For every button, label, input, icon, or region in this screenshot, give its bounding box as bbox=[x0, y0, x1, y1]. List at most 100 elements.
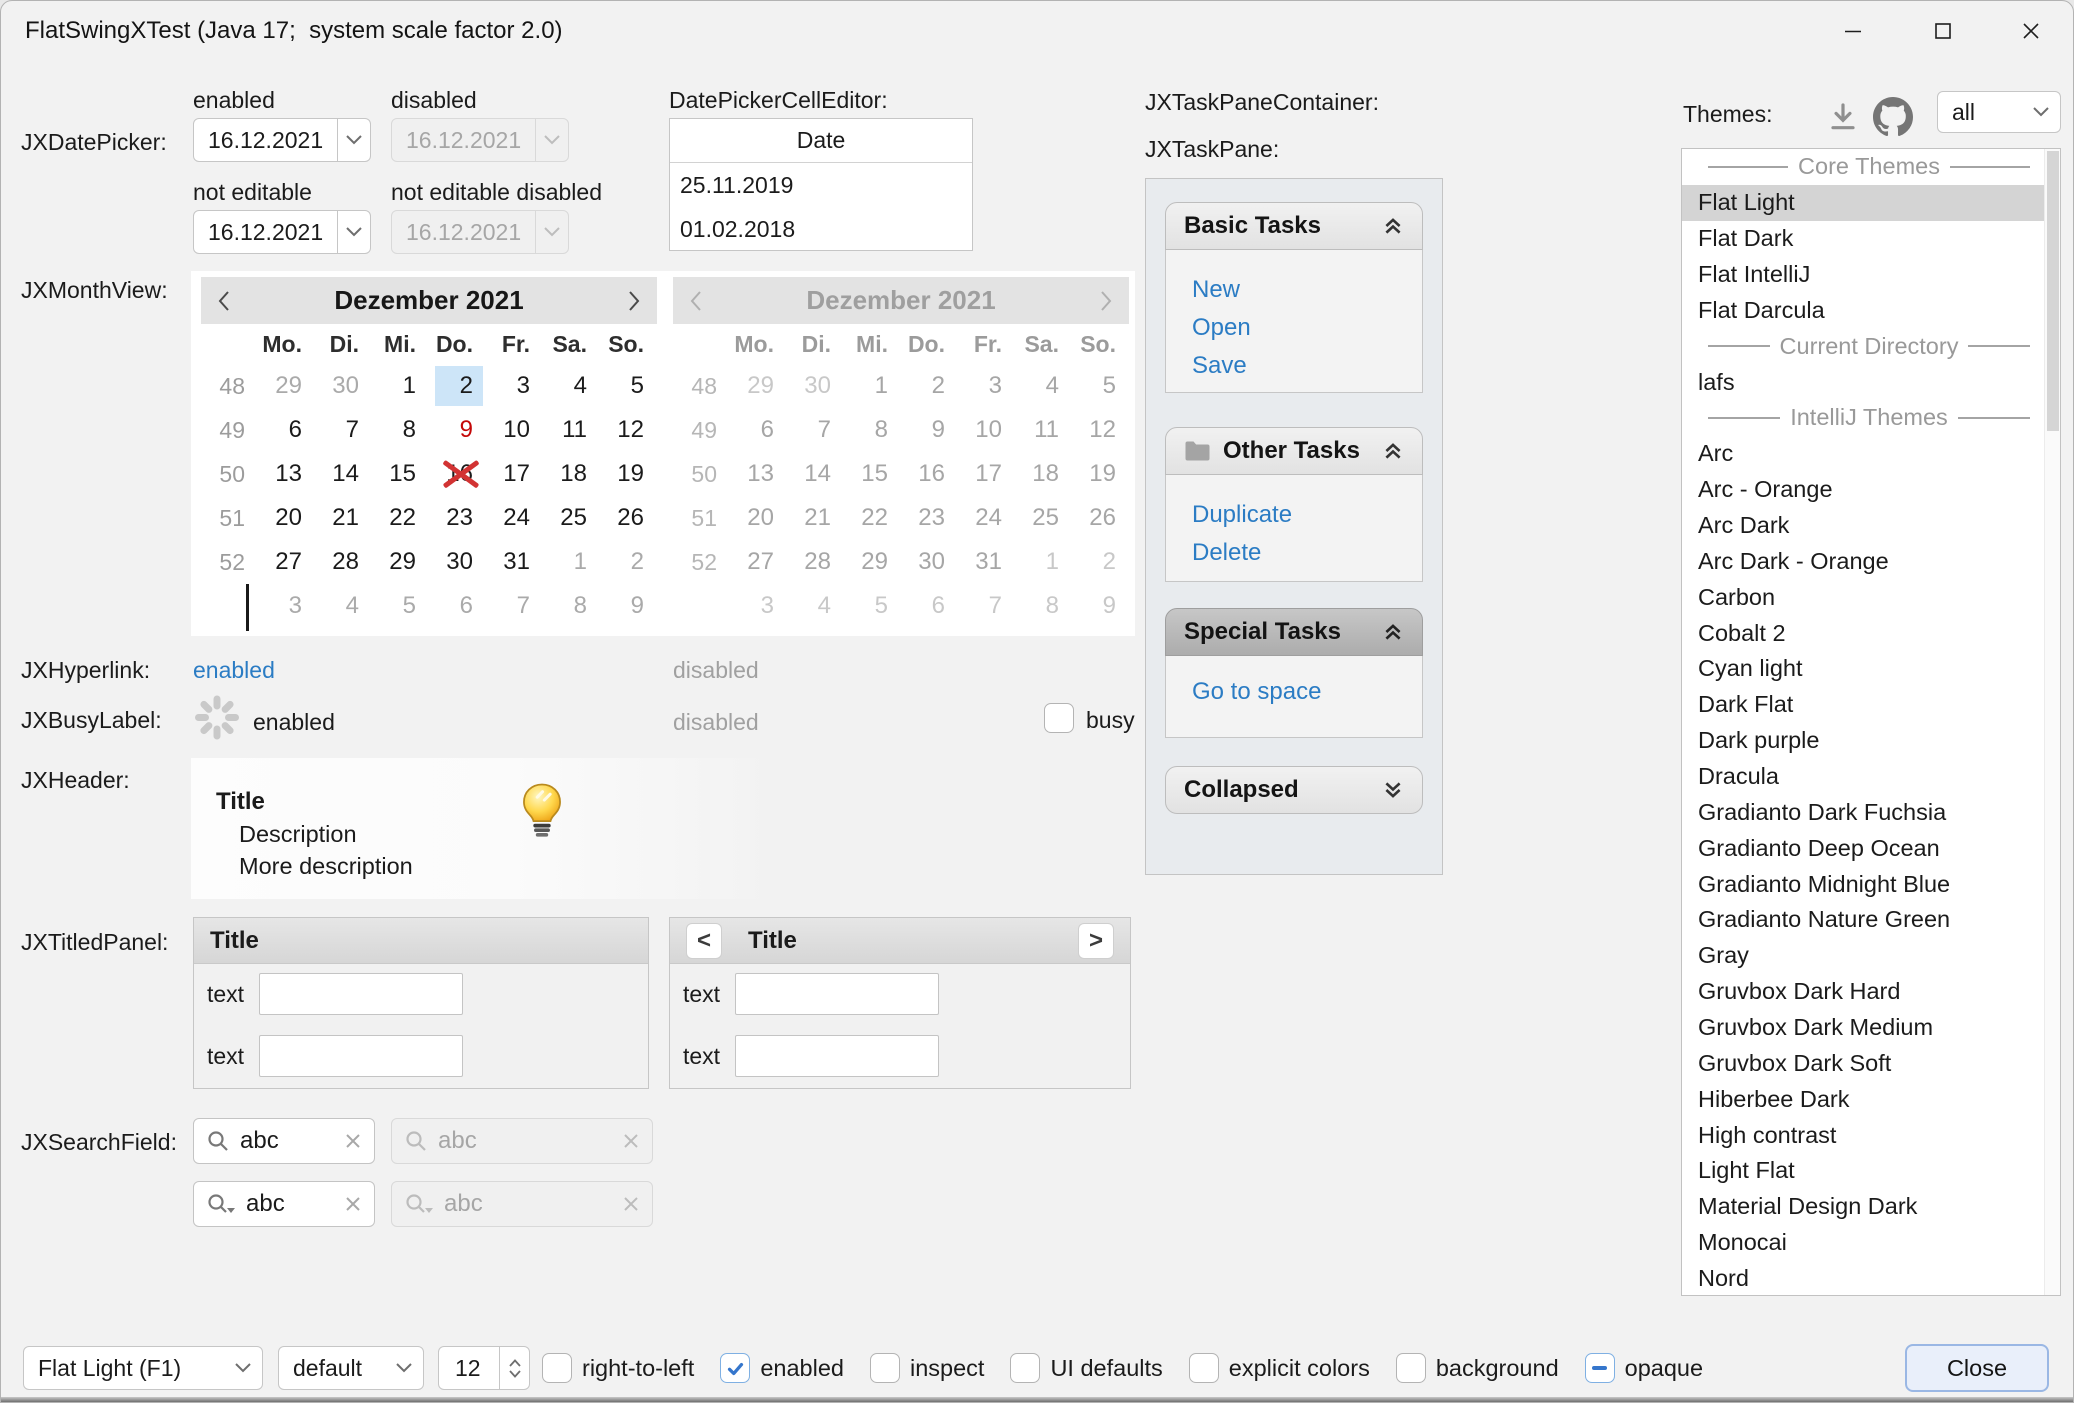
themes-list[interactable]: Core ThemesFlat LightFlat DarkFlat Intel… bbox=[1681, 148, 2061, 1296]
theme-list-item[interactable]: Gradianto Midnight Blue bbox=[1682, 866, 2044, 902]
task-link[interactable]: Go to space bbox=[1192, 678, 1321, 705]
text-input[interactable] bbox=[735, 973, 939, 1015]
task-link[interactable]: Delete bbox=[1192, 539, 1261, 566]
theme-list-item[interactable]: Gradianto Dark Fuchsia bbox=[1682, 794, 2044, 830]
theme-list-item[interactable]: Gruvbox Dark Hard bbox=[1682, 974, 2044, 1010]
checkbox-box[interactable] bbox=[720, 1353, 750, 1383]
calendar-day-cell[interactable]: 1 bbox=[543, 540, 600, 584]
task-link[interactable]: Duplicate bbox=[1192, 501, 1292, 528]
lookandfeel-combobox[interactable]: Flat Light (F1) bbox=[23, 1346, 263, 1390]
busy-checkbox-label[interactable]: busy bbox=[1086, 707, 1135, 734]
theme-list-item[interactable]: Gradianto Deep Ocean bbox=[1682, 830, 2044, 866]
clear-icon[interactable] bbox=[344, 1132, 362, 1150]
calendar-day-cell[interactable]: 13 bbox=[258, 452, 315, 496]
calendar-day-cell[interactable]: 26 bbox=[600, 496, 657, 540]
next-month-icon[interactable] bbox=[627, 290, 641, 312]
calendar-day-cell[interactable]: 9 bbox=[600, 584, 657, 628]
scrollbar-thumb[interactable] bbox=[2047, 151, 2059, 431]
calendar-day-cell[interactable]: 23 bbox=[429, 496, 486, 540]
calendar-day-cell[interactable]: 5 bbox=[600, 364, 657, 408]
calendar-day-cell[interactable]: 7 bbox=[315, 408, 372, 452]
title-bar[interactable]: FlatSwingXTest (Java 17; system scale fa… bbox=[1, 1, 2073, 61]
calendar-day-cell[interactable]: 29 bbox=[372, 540, 429, 584]
calendar-day-cell[interactable]: 3 bbox=[258, 584, 315, 628]
checkbox-box[interactable] bbox=[870, 1353, 900, 1383]
theme-list-item[interactable]: Flat Darcula bbox=[1682, 292, 2044, 328]
theme-list-item[interactable]: lafs bbox=[1682, 364, 2044, 400]
theme-list-item[interactable]: Monocai bbox=[1682, 1225, 2044, 1261]
calendar-day-cell[interactable]: 9 bbox=[429, 408, 486, 452]
search-field-enabled[interactable]: abc bbox=[193, 1118, 375, 1164]
taskpane-special-header[interactable]: Special Tasks bbox=[1165, 608, 1423, 656]
calendar-day-cell[interactable]: 8 bbox=[543, 584, 600, 628]
theme-list-item[interactable]: Cobalt 2 bbox=[1682, 615, 2044, 651]
scrollbar[interactable] bbox=[2044, 149, 2060, 1295]
task-link[interactable]: Save bbox=[1192, 352, 1247, 379]
checkbox-ui-defaults[interactable]: UI defaults bbox=[1010, 1353, 1162, 1383]
theme-list-item[interactable]: Dark purple bbox=[1682, 723, 2044, 759]
font-size-spinner[interactable]: 12 bbox=[438, 1346, 530, 1390]
taskpane-other-header[interactable]: Other Tasks bbox=[1165, 427, 1423, 475]
calendar-day-cell[interactable]: 2 bbox=[600, 540, 657, 584]
close-button[interactable]: Close bbox=[1905, 1344, 2049, 1392]
theme-list-item[interactable]: Hiberbee Dark bbox=[1682, 1081, 2044, 1117]
calendar-day-cell[interactable]: 24 bbox=[486, 496, 543, 540]
theme-list-item[interactable]: Gruvbox Dark Medium bbox=[1682, 1010, 2044, 1046]
theme-list-item[interactable]: Arc bbox=[1682, 436, 2044, 472]
calendar-day-cell[interactable]: 28 bbox=[315, 540, 372, 584]
text-input[interactable] bbox=[259, 1035, 463, 1077]
calendar-day-cell[interactable]: 20 bbox=[258, 496, 315, 540]
calendar-day-cell[interactable]: 4 bbox=[543, 364, 600, 408]
calendar-day-cell[interactable]: 1 bbox=[372, 364, 429, 408]
maximize-button[interactable] bbox=[1907, 7, 1979, 55]
text-input[interactable] bbox=[735, 1035, 939, 1077]
checkbox-box[interactable] bbox=[1189, 1353, 1219, 1383]
download-icon[interactable] bbox=[1823, 97, 1863, 137]
chevron-down-icon[interactable] bbox=[337, 119, 370, 161]
busy-checkbox[interactable] bbox=[1044, 703, 1074, 733]
titled-panel-next-button[interactable]: > bbox=[1078, 923, 1114, 959]
task-link[interactable]: New bbox=[1192, 276, 1240, 303]
minimize-button[interactable] bbox=[1817, 7, 1889, 55]
monthview-calendar-enabled[interactable]: Dezember 2021 Mo.Di.Mi.Do.Fr.Sa.So.48293… bbox=[201, 277, 657, 628]
calendar-day-cell[interactable]: 15 bbox=[372, 452, 429, 496]
chevron-down-icon[interactable] bbox=[337, 211, 370, 253]
theme-list-item[interactable]: Flat Dark bbox=[1682, 221, 2044, 257]
checkbox-right-to-left[interactable]: right-to-left bbox=[542, 1353, 694, 1383]
calendar-day-cell[interactable]: 6 bbox=[429, 584, 486, 628]
collapse-icon[interactable] bbox=[1382, 621, 1404, 643]
style-combobox[interactable]: default bbox=[278, 1346, 424, 1390]
theme-list-item[interactable]: Gruvbox Dark Soft bbox=[1682, 1045, 2044, 1081]
checkbox-enabled[interactable]: enabled bbox=[720, 1353, 844, 1383]
theme-list-item[interactable]: Arc Dark - Orange bbox=[1682, 543, 2044, 579]
titled-panel-prev-button[interactable]: < bbox=[686, 923, 722, 959]
checkbox-box[interactable] bbox=[1010, 1353, 1040, 1383]
search-dropdown-icon[interactable] bbox=[206, 1192, 236, 1216]
calendar-day-cell[interactable]: 27 bbox=[258, 540, 315, 584]
calendar-day-cell[interactable]: 17 bbox=[486, 452, 543, 496]
expand-icon[interactable] bbox=[1382, 779, 1404, 801]
calendar-day-cell[interactable]: 7 bbox=[486, 584, 543, 628]
datepicker-enabled[interactable]: 16.12.2021 bbox=[193, 118, 371, 162]
calendar-day-cell[interactable]: 5 bbox=[372, 584, 429, 628]
search-field-dropdown-enabled[interactable]: abc bbox=[193, 1181, 375, 1227]
calendar-day-cell[interactable]: 16 bbox=[429, 452, 486, 496]
theme-list-item[interactable]: Flat IntelliJ bbox=[1682, 257, 2044, 293]
checkbox-box[interactable] bbox=[1585, 1353, 1615, 1383]
checkbox-opaque[interactable]: opaque bbox=[1585, 1353, 1703, 1383]
checkbox-background[interactable]: background bbox=[1396, 1353, 1559, 1383]
calendar-day-cell[interactable]: 22 bbox=[372, 496, 429, 540]
calendar-day-cell[interactable]: 30 bbox=[315, 364, 372, 408]
theme-list-item[interactable]: Material Design Dark bbox=[1682, 1189, 2044, 1225]
theme-list-item[interactable]: Dracula bbox=[1682, 759, 2044, 795]
table-column-header[interactable]: Date bbox=[670, 119, 972, 163]
theme-list-item[interactable]: Gray bbox=[1682, 938, 2044, 974]
github-icon[interactable] bbox=[1871, 95, 1915, 139]
text-input[interactable] bbox=[259, 973, 463, 1015]
themes-filter-combobox[interactable]: all bbox=[1937, 91, 2061, 133]
hyperlink-enabled[interactable]: enabled bbox=[193, 657, 275, 684]
theme-list-item[interactable]: Carbon bbox=[1682, 579, 2044, 615]
checkbox-box[interactable] bbox=[1396, 1353, 1426, 1383]
calendar-day-cell[interactable]: 21 bbox=[315, 496, 372, 540]
collapse-icon[interactable] bbox=[1382, 215, 1404, 237]
